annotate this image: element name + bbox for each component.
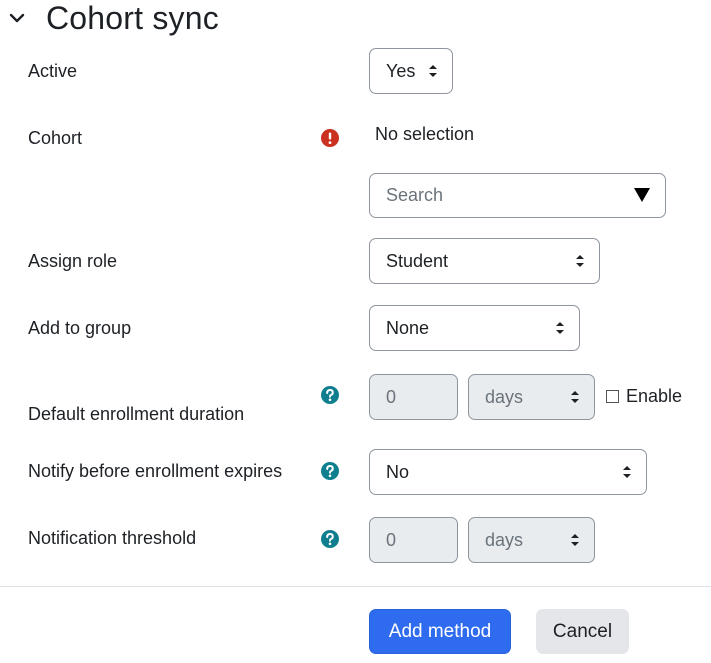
threshold-label: Notification threshold: [28, 528, 197, 548]
sort-caret-icon: [571, 534, 579, 546]
duration-unit-select[interactable]: days: [468, 374, 595, 420]
cancel-button[interactable]: Cancel: [536, 609, 629, 654]
cohort-search-input[interactable]: Search: [369, 173, 666, 218]
sort-caret-icon: [623, 466, 631, 478]
enable-label: Enable: [626, 386, 683, 406]
cohort-selection-text: No selection: [375, 124, 475, 144]
active-value: Yes: [386, 60, 416, 81]
enable-checkbox[interactable]: [606, 390, 619, 403]
default-duration-label: Default enrollment duration: [28, 404, 245, 424]
add-to-group-select[interactable]: None: [369, 305, 580, 351]
section-header[interactable]: Cohort sync: [8, 0, 219, 36]
help-icon[interactable]: [321, 462, 339, 480]
sort-caret-icon: [556, 322, 564, 334]
chevron-down-icon[interactable]: [8, 9, 26, 27]
assign-role-label: Assign role: [28, 251, 118, 271]
threshold-number-input[interactable]: 0: [369, 517, 458, 563]
duration-number-value: 0: [386, 386, 397, 407]
notify-select[interactable]: No: [369, 449, 647, 495]
enable-toggle[interactable]: Enable: [606, 386, 682, 407]
add-to-group-label: Add to group: [28, 318, 132, 338]
sort-caret-icon: [576, 255, 584, 267]
help-icon[interactable]: [321, 530, 339, 548]
form-divider: [0, 586, 711, 587]
notify-label: Notify before enrollment expires: [28, 461, 283, 481]
section-title: Cohort sync: [46, 0, 219, 36]
assign-role-value: Student: [386, 250, 449, 271]
duration-unit-value: days: [485, 386, 524, 407]
search-placeholder: Search: [386, 185, 444, 205]
add-method-button[interactable]: Add method: [369, 609, 511, 654]
threshold-unit-value: days: [485, 529, 524, 550]
duration-number-input[interactable]: 0: [369, 374, 458, 420]
threshold-unit-select[interactable]: days: [468, 517, 595, 563]
error-icon: [321, 129, 339, 147]
sort-caret-icon: [429, 65, 437, 77]
threshold-number-value: 0: [386, 529, 397, 550]
cohort-label: Cohort: [28, 128, 83, 148]
notify-value: No: [386, 461, 410, 482]
active-select[interactable]: Yes: [369, 48, 453, 94]
sort-caret-icon: [571, 391, 579, 403]
active-label: Active: [28, 61, 78, 81]
help-icon[interactable]: [321, 386, 339, 404]
triangle-down-icon[interactable]: [633, 187, 651, 203]
add-to-group-value: None: [386, 317, 430, 338]
assign-role-select[interactable]: Student: [369, 238, 600, 284]
